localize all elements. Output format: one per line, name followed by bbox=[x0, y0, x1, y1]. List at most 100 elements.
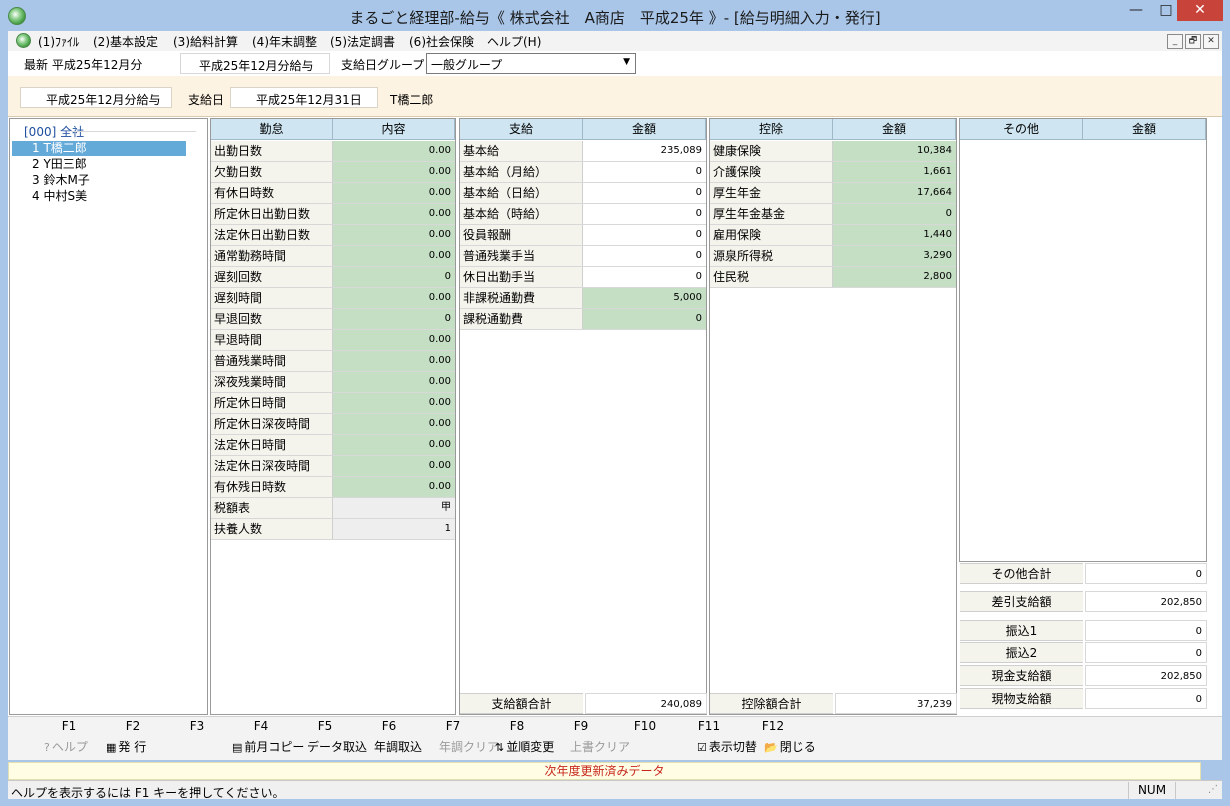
employee-item[interactable]: 2 Y田三郎 bbox=[12, 157, 186, 172]
payments-row-value[interactable]: 0 bbox=[583, 246, 706, 266]
deductions-row-label: 介護保険 bbox=[710, 162, 833, 182]
deductions-row: 健康保険 10,384 bbox=[710, 141, 956, 162]
payments-row: 基本給（日給） 0 bbox=[460, 183, 706, 204]
attendance-row-value[interactable]: 甲 bbox=[333, 498, 455, 518]
attendance-row-value[interactable]: 0.00 bbox=[333, 393, 455, 413]
attendance-row-value[interactable]: 0.00 bbox=[333, 141, 455, 161]
deductions-row-value[interactable]: 17,664 bbox=[833, 183, 956, 203]
payments-header: 支給 bbox=[460, 119, 583, 140]
attendance-row-value[interactable]: 0.00 bbox=[333, 204, 455, 224]
payments-row-value[interactable]: 0 bbox=[583, 162, 706, 182]
menu-basic-settings[interactable]: (2)基本設定 bbox=[93, 33, 158, 50]
attendance-row-value[interactable]: 0.00 bbox=[333, 456, 455, 476]
payments-row-label: 休日出勤手当 bbox=[460, 267, 583, 287]
attendance-row-value[interactable]: 0 bbox=[333, 309, 455, 329]
deductions-row-value[interactable]: 10,384 bbox=[833, 141, 956, 161]
attendance-row-value[interactable]: 0 bbox=[333, 267, 455, 287]
menu-help[interactable]: ヘルプ(H) bbox=[487, 33, 541, 50]
deductions-row-value[interactable]: 2,800 bbox=[833, 267, 956, 287]
menu-file[interactable]: (1)ﾌｧｲﾙ bbox=[38, 33, 79, 50]
mdi-close-button[interactable]: ✕ bbox=[1203, 34, 1219, 49]
employee-item[interactable]: 3 鈴木M子 bbox=[12, 173, 186, 188]
deductions-row-value[interactable]: 1,661 bbox=[833, 162, 956, 182]
deductions-row: 厚生年金 17,664 bbox=[710, 183, 956, 204]
attendance-row-value[interactable]: 0.00 bbox=[333, 330, 455, 350]
app-menu-icon[interactable] bbox=[16, 33, 31, 48]
resize-grip-icon[interactable]: ⋰ bbox=[1208, 784, 1218, 795]
payments-row-value[interactable]: 0 bbox=[583, 309, 706, 329]
view-toggle-label: 表示切替 bbox=[708, 740, 757, 754]
payments-row-label: 基本給（月給） bbox=[460, 162, 583, 182]
paydate-label: 支給日 bbox=[188, 93, 225, 107]
menu-bar: (1)ﾌｧｲﾙ (2)基本設定 (3)給料計算 (4)年末調整 (5)法定調書 … bbox=[8, 31, 1222, 51]
attendance-row-value[interactable]: 0.00 bbox=[333, 162, 455, 182]
payments-row-value[interactable]: 0 bbox=[583, 267, 706, 287]
payments-row-label: 役員報酬 bbox=[460, 225, 583, 245]
other-summary-label: 現金支給額 bbox=[960, 665, 1083, 686]
other-summary-label: その他合計 bbox=[960, 563, 1083, 584]
deductions-row-value[interactable]: 1,440 bbox=[833, 225, 956, 245]
current-employee-name: T橋二郎 bbox=[390, 93, 434, 107]
reorder-button[interactable]: ⇅ 並順変更 bbox=[495, 738, 554, 755]
deductions-row-value[interactable]: 0 bbox=[833, 204, 956, 224]
deductions-row-label: 厚生年金基金 bbox=[710, 204, 833, 224]
payments-row-value[interactable]: 5,000 bbox=[583, 288, 706, 308]
attendance-row-value[interactable]: 0.00 bbox=[333, 414, 455, 434]
attendance-row-value[interactable]: 0.00 bbox=[333, 225, 455, 245]
mdi-restore-button[interactable]: 🗗 bbox=[1185, 34, 1201, 49]
payments-row-label: 課税通勤費 bbox=[460, 309, 583, 329]
deductions-row-value[interactable]: 3,290 bbox=[833, 246, 956, 266]
employee-item[interactable]: 4 中村S美 bbox=[12, 189, 186, 204]
payments-row-value[interactable]: 0 bbox=[583, 183, 706, 203]
attendance-row-value[interactable]: 0.00 bbox=[333, 183, 455, 203]
menu-salary-calc[interactable]: (3)給料計算 bbox=[173, 33, 238, 50]
payments-row-value[interactable]: 0 bbox=[583, 204, 706, 224]
attendance-row-value[interactable]: 1 bbox=[333, 519, 455, 539]
attendance-row-value[interactable]: 0.00 bbox=[333, 372, 455, 392]
fkey-f10: F10 bbox=[633, 719, 657, 733]
main-area: [000] 全社 1 T橋二郎 2 Y田三郎 3 鈴木M子 4 中村S美 勤怠 内容 … bbox=[8, 117, 1222, 716]
attendance-row: 所定休日深夜時間 0.00 bbox=[211, 414, 455, 435]
reorder-label: 並順変更 bbox=[506, 740, 555, 754]
num-lock-indicator: NUM bbox=[1128, 782, 1176, 799]
latest-period-label: 最新 平成25年12月分 bbox=[24, 58, 143, 72]
period-field[interactable]: 平成25年12月分給与 bbox=[180, 53, 330, 74]
attendance-row: 遅刻回数 0 bbox=[211, 267, 455, 288]
attendance-row: 欠勤日数 0.00 bbox=[211, 162, 455, 183]
attendance-row-label: 所定休日出勤日数 bbox=[211, 204, 333, 224]
payments-row-value[interactable]: 235,089 bbox=[583, 141, 706, 161]
attendance-row-value[interactable]: 0.00 bbox=[333, 246, 455, 266]
attendance-row-label: 法定休日深夜時間 bbox=[211, 456, 333, 476]
view-toggle-button[interactable]: ☑ 表示切替 bbox=[697, 738, 757, 755]
menu-year-end[interactable]: (4)年末調整 bbox=[252, 33, 317, 50]
issue-button[interactable]: ▦ 発 行 bbox=[106, 738, 146, 755]
paygroup-label: 支給日グループ bbox=[341, 58, 425, 72]
other-summary-label: 振込2 bbox=[960, 642, 1083, 663]
attendance-row-value[interactable]: 0.00 bbox=[333, 351, 455, 371]
employee-item[interactable]: 1 T橋二郎 bbox=[12, 141, 186, 156]
data-import-button[interactable]: データ取込 bbox=[307, 738, 367, 755]
deductions-row-label: 源泉所得税 bbox=[710, 246, 833, 266]
attendance-row-value[interactable]: 0.00 bbox=[333, 288, 455, 308]
paygroup-select[interactable]: 一般グループ ▼ bbox=[426, 53, 636, 74]
attendance-row: 早退時間 0.00 bbox=[211, 330, 455, 351]
prev-month-copy-button[interactable]: ▤ 前月コピー bbox=[232, 738, 304, 755]
menu-social-insurance[interactable]: (6)社会保険 bbox=[409, 33, 474, 50]
close-button[interactable]: 📂 閉じる bbox=[764, 738, 816, 755]
mdi-minimize-button[interactable]: _ bbox=[1167, 34, 1183, 49]
fkey-f11: F11 bbox=[697, 719, 721, 733]
attendance-row-label: 所定休日深夜時間 bbox=[211, 414, 333, 434]
attendance-row-value[interactable]: 0.00 bbox=[333, 435, 455, 455]
toggle-view-icon: ☑ bbox=[697, 741, 707, 754]
attendance-row-label: 出勤日数 bbox=[211, 141, 333, 161]
deductions-row: 介護保険 1,661 bbox=[710, 162, 956, 183]
yearend-import-button[interactable]: 年調取込 bbox=[374, 738, 422, 755]
attendance-row-label: 遅刻時間 bbox=[211, 288, 333, 308]
menu-statutory-reports[interactable]: (5)法定調書 bbox=[330, 33, 395, 50]
other-panel: その他 金額 bbox=[959, 118, 1207, 562]
attendance-row-value[interactable]: 0.00 bbox=[333, 477, 455, 497]
issue-label: 発 行 bbox=[118, 740, 147, 754]
paygroup-value: 一般グループ bbox=[431, 58, 503, 72]
close-window-button[interactable]: ✕ bbox=[1177, 0, 1223, 21]
payments-row-value[interactable]: 0 bbox=[583, 225, 706, 245]
